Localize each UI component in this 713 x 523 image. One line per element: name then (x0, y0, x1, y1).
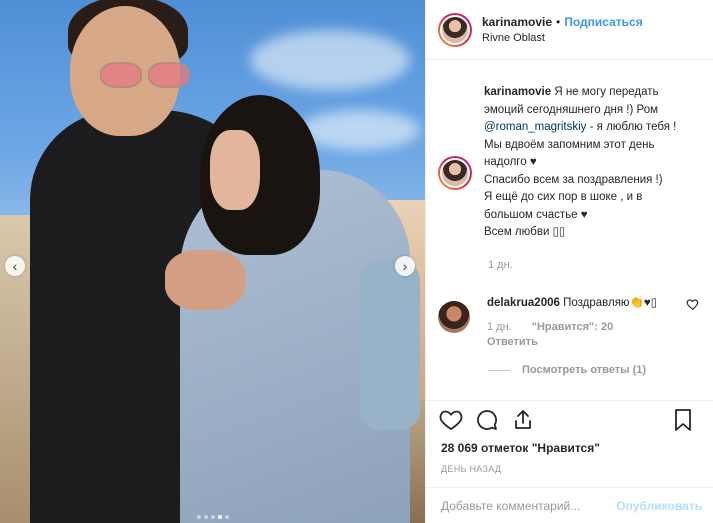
carousel-dot (224, 515, 229, 519)
avatar[interactable] (438, 156, 472, 190)
add-comment-bar: Опубликовать (426, 487, 713, 523)
carousel-dot (203, 515, 208, 519)
comment-username[interactable]: delakrua2006 (487, 297, 560, 309)
bookmark-icon[interactable] (670, 407, 696, 433)
heart-icon[interactable] (686, 297, 700, 311)
woman-hand (210, 130, 260, 210)
caption-time[interactable]: 1 дн. (488, 259, 513, 271)
post-caption: karinamovie Я не могу передать эмоций се… (484, 84, 694, 242)
view-replies-label: Посмотреть ответы (1) (522, 364, 647, 376)
comment-likes[interactable]: "Нравится": 20 (532, 321, 613, 333)
carousel-dot (210, 515, 215, 519)
post-panel: karinamovie • Подписаться Rivne Oblast k… (425, 0, 713, 523)
likes-count[interactable]: 28 069 отметок "Нравится" (441, 441, 600, 455)
carousel-dot (217, 515, 222, 519)
man-hand (165, 250, 245, 310)
post-photo[interactable]: ‹ › (0, 0, 425, 523)
location-link[interactable]: Rivne Oblast (482, 32, 643, 44)
author-username[interactable]: karinamovie (482, 15, 552, 29)
reply-button[interactable]: Ответить (487, 336, 538, 348)
view-replies-button[interactable]: Посмотреть ответы (1) (488, 364, 646, 376)
divider (488, 369, 510, 371)
backpack (360, 260, 420, 430)
cloud (250, 30, 410, 90)
separator: • (556, 15, 561, 29)
post-timestamp[interactable]: ДЕНЬ НАЗАД (441, 464, 501, 474)
caption-username[interactable]: karinamovie (484, 86, 551, 98)
comment-text: Поздравляю👏♥▯ (563, 297, 658, 309)
chevron-right-icon[interactable]: › (395, 256, 415, 276)
post-header: karinamovie • Подписаться Rivne Oblast (426, 0, 713, 60)
carousel-dots (0, 515, 425, 519)
action-bar (426, 400, 713, 438)
heart-icon[interactable] (438, 407, 464, 433)
avatar[interactable] (438, 301, 470, 333)
comment-time[interactable]: 1 дн. (487, 321, 512, 333)
caption-text: Всем любви ▯▯ (484, 226, 566, 238)
caption-text: Спасибо всем за поздравления !) (484, 173, 663, 186)
comment-body: delakrua2006 Поздравляю👏♥▯ (487, 295, 682, 312)
caption-text: Я ещё до сих пор в шоке , и в большом сч… (484, 191, 643, 221)
cloud (300, 110, 420, 150)
comments-area: karinamovie Я не могу передать эмоций се… (426, 60, 713, 400)
caption-text: Мы вдвоём запомним этот день надолго ♥ (484, 138, 655, 169)
chevron-left-icon[interactable]: ‹ (5, 256, 25, 276)
publish-button[interactable]: Опубликовать (616, 499, 702, 513)
carousel-dot (196, 515, 201, 519)
comment-icon[interactable] (474, 407, 500, 433)
caption-text: - я люблю тебя ! (586, 121, 677, 133)
share-icon[interactable] (510, 407, 536, 433)
avatar[interactable] (438, 12, 472, 47)
comment-input[interactable] (441, 498, 617, 513)
sunglasses (100, 62, 192, 88)
mention-link[interactable]: @roman_magritskiy (484, 121, 586, 133)
follow-button[interactable]: Подписаться (564, 15, 642, 29)
